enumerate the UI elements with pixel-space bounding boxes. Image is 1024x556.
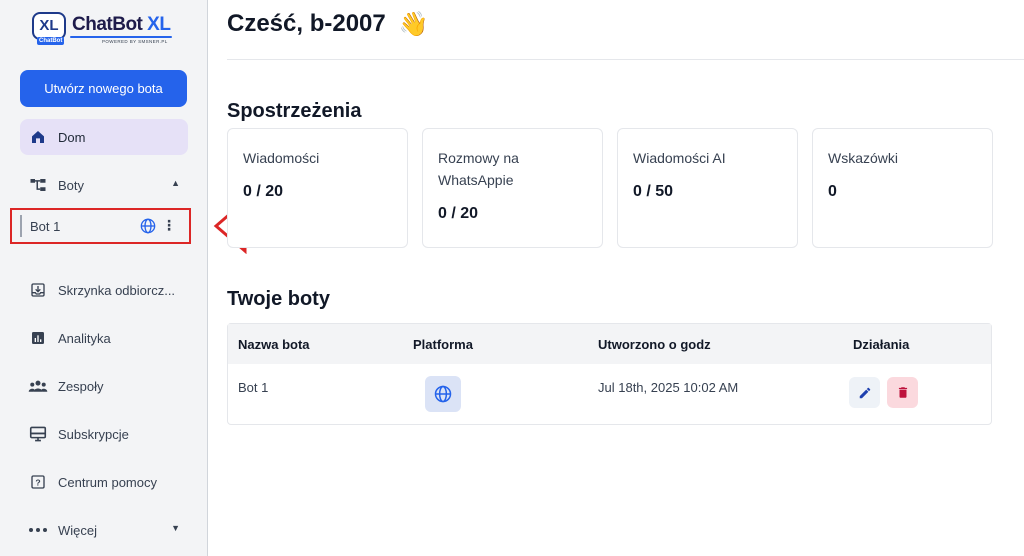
logo-underline bbox=[70, 36, 172, 38]
create-bot-button[interactable]: Utwórz nowego bota bbox=[20, 70, 187, 107]
trash-icon bbox=[898, 387, 907, 398]
greeting-text: Cześć, b-2007 bbox=[227, 10, 386, 37]
sidebar: XL ChatBot ChatBot XL POWERED BY SMSNER.… bbox=[0, 0, 208, 556]
svg-text:?: ? bbox=[35, 477, 40, 487]
main-content: Cześć, b-2007 👋 Spostrzeżenia Wiadomości… bbox=[208, 0, 1024, 556]
sidebar-item-label: Analityka bbox=[58, 330, 111, 346]
logo-text: ChatBot XL bbox=[72, 14, 171, 36]
insight-card-tips: Wskazówki 0 bbox=[812, 128, 993, 248]
column-header: Platforma bbox=[413, 337, 473, 352]
annotation-highlight-box bbox=[10, 208, 191, 244]
insight-card-ai-messages: Wiadomości AI 0 / 50 bbox=[617, 128, 798, 248]
logo-badge: XL ChatBot bbox=[32, 12, 66, 45]
bots-icon bbox=[28, 175, 48, 195]
pencil-icon bbox=[859, 387, 870, 398]
sidebar-item-home[interactable]: Dom bbox=[20, 119, 188, 155]
bot-name-cell: Bot 1 bbox=[238, 380, 269, 395]
globe-icon bbox=[434, 385, 452, 403]
sidebar-item-analytics[interactable]: Analityka bbox=[20, 320, 188, 356]
help-icon: ? bbox=[28, 472, 48, 492]
subscriptions-icon bbox=[28, 424, 48, 444]
sidebar-item-teams[interactable]: Zespoły bbox=[20, 368, 188, 404]
delete-bot-button[interactable] bbox=[887, 377, 918, 408]
logo-badge-text: XL bbox=[39, 17, 59, 34]
bots-table: Nazwa bota Platforma Utworzono o godz Dz… bbox=[227, 323, 992, 425]
header-divider bbox=[227, 59, 1024, 60]
sidebar-item-label: Boty bbox=[58, 177, 85, 193]
logo-powered-by: POWERED BY SMSNER.PL bbox=[102, 39, 168, 44]
insight-label: Wiadomości bbox=[243, 150, 320, 166]
insight-label: Rozmowy na WhatsAppie bbox=[438, 150, 519, 188]
sidebar-item-bots[interactable]: Boty ▲ bbox=[20, 167, 188, 203]
chevron-down-icon: ▼ bbox=[171, 523, 180, 533]
analytics-icon bbox=[28, 328, 48, 348]
teams-icon bbox=[28, 376, 48, 396]
sidebar-item-label: Skrzynka odbiorcz... bbox=[58, 282, 176, 298]
insight-label: Wskazówki bbox=[828, 150, 899, 166]
table-header: Nazwa bota Platforma Utworzono o godz Dz… bbox=[228, 324, 991, 364]
sidebar-item-help[interactable]: ? Centrum pomocy bbox=[20, 464, 188, 500]
chevron-up-icon: ▲ bbox=[171, 178, 180, 188]
insight-value: 0 bbox=[828, 183, 837, 200]
column-header: Działania bbox=[853, 337, 910, 352]
platform-web-button[interactable] bbox=[425, 376, 461, 412]
edit-bot-button[interactable] bbox=[849, 377, 880, 408]
sidebar-item-label: Centrum pomocy bbox=[58, 474, 157, 490]
insight-value: 0 / 50 bbox=[633, 183, 674, 200]
sidebar-item-inbox[interactable]: Skrzynka odbiorcz... bbox=[20, 272, 188, 308]
insight-card-whatsapp: Rozmowy na WhatsAppie 0 / 20 bbox=[422, 128, 603, 248]
insights-title: Spostrzeżenia bbox=[227, 100, 362, 122]
created-at-cell: Jul 18th, 2025 10:02 AM bbox=[598, 380, 739, 395]
sidebar-item-label: Więcej bbox=[58, 522, 98, 538]
sidebar-item-label: Zespoły bbox=[58, 378, 104, 394]
logo-name-accent: XL bbox=[147, 14, 171, 35]
inbox-icon bbox=[28, 280, 48, 300]
column-header: Nazwa bota bbox=[238, 337, 310, 352]
sidebar-item-subscriptions[interactable]: Subskrypcje bbox=[20, 416, 188, 452]
sidebar-item-label: Dom bbox=[58, 129, 86, 145]
column-header: Utworzono o godz bbox=[598, 337, 711, 352]
sidebar-item-more[interactable]: Więcej ▼ bbox=[20, 512, 188, 548]
home-icon bbox=[28, 127, 48, 147]
wave-emoji-icon: 👋 bbox=[398, 11, 429, 39]
insight-card-messages: Wiadomości 0 / 20 bbox=[227, 128, 408, 248]
logo-badge-sub: ChatBot bbox=[37, 37, 65, 45]
logo[interactable]: XL ChatBot ChatBot XL POWERED BY SMSNER.… bbox=[32, 10, 172, 48]
more-icon bbox=[28, 520, 48, 540]
logo-name: ChatBot bbox=[72, 14, 143, 35]
sidebar-item-label: Subskrypcje bbox=[58, 426, 129, 442]
insight-value: 0 / 20 bbox=[438, 205, 479, 222]
page-title: Cześć, b-2007 👋 bbox=[227, 10, 428, 39]
insight-label: Wiadomości AI bbox=[633, 150, 726, 166]
app: XL ChatBot ChatBot XL POWERED BY SMSNER.… bbox=[0, 0, 1024, 556]
table-row: Bot 1 Jul 18th, 2025 10:02 AM bbox=[228, 364, 991, 424]
insight-value: 0 / 20 bbox=[243, 183, 284, 200]
bots-table-title: Twoje boty bbox=[227, 288, 330, 310]
